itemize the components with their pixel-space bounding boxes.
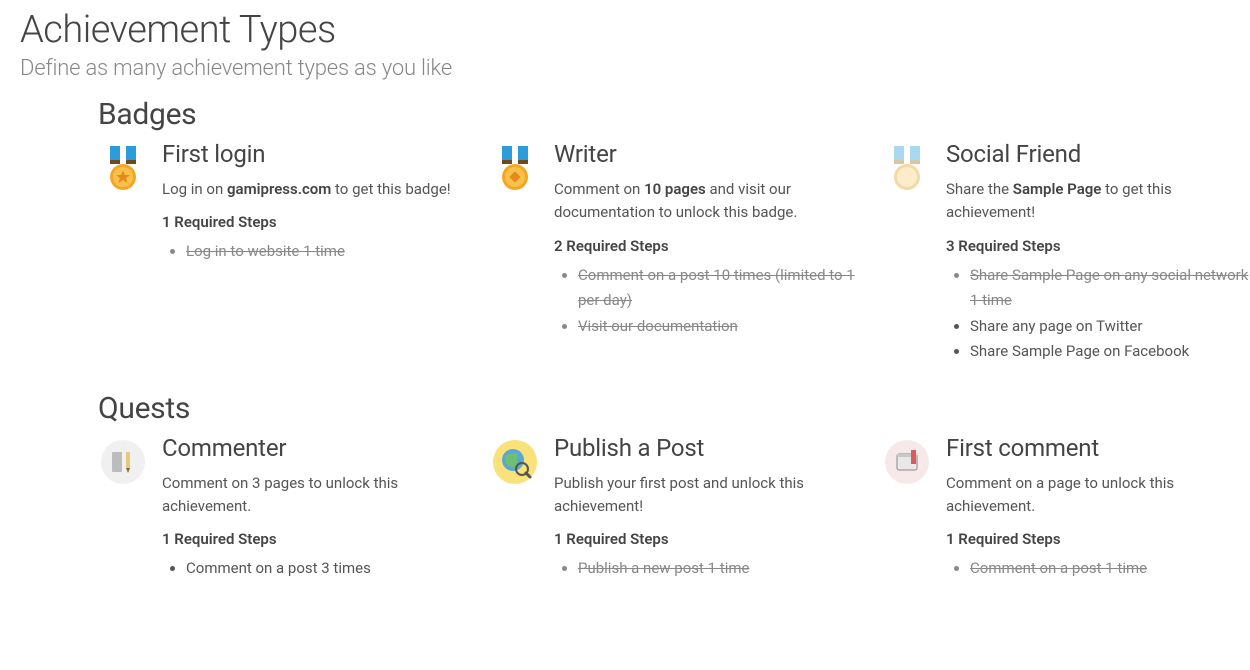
- steps-label: 2 Required Steps: [554, 237, 858, 255]
- card-title: First comment: [946, 434, 1250, 462]
- steps-list: Publish a new post 1 time: [578, 556, 858, 582]
- card-title: First login: [162, 140, 466, 168]
- commenter-icon: [98, 434, 148, 484]
- globe-search-icon: [490, 434, 540, 484]
- step-item: Log in to website 1 time: [186, 239, 466, 265]
- card-title: Publish a Post: [554, 434, 858, 462]
- step-item: Comment on a post 1 time: [970, 556, 1250, 582]
- card-body: First comment Comment on a page to unloc…: [946, 434, 1250, 582]
- medal-gold-pencil-icon: [490, 140, 540, 194]
- quests-section: Quests Commenter Comment on 3 pages to u…: [98, 391, 1250, 592]
- card-body: Publish a Post Publish your first post a…: [554, 434, 858, 582]
- step-item: Share any page on Twitter: [970, 314, 1250, 340]
- quest-card-publish-post: Publish a Post Publish your first post a…: [490, 434, 858, 582]
- medal-light-icon: [882, 140, 932, 194]
- bookmark-book-icon: [882, 434, 932, 484]
- card-body: Writer Comment on 10 pages and visit our…: [554, 140, 858, 339]
- quest-card-commenter: Commenter Comment on 3 pages to unlock t…: [98, 434, 466, 582]
- card-body: Social Friend Share the Sample Page to g…: [946, 140, 1250, 365]
- badge-card-first-login: First login Log in on gamipress.com to g…: [98, 140, 466, 365]
- steps-label: 1 Required Steps: [162, 530, 466, 548]
- card-desc: Share the Sample Page to get this achiev…: [946, 178, 1250, 225]
- page-subtitle: Define as many achievement types as you …: [20, 56, 1250, 81]
- card-desc: Comment on a page to unlock this achieve…: [946, 472, 1250, 519]
- page-title: Achievement Types: [20, 8, 1250, 52]
- card-title: Social Friend: [946, 140, 1250, 168]
- steps-label: 1 Required Steps: [554, 530, 858, 548]
- steps-label: 1 Required Steps: [162, 213, 466, 231]
- card-title: Writer: [554, 140, 858, 168]
- card-desc: Publish your first post and unlock this …: [554, 472, 858, 519]
- steps-list: Log in to website 1 time: [186, 239, 466, 265]
- steps-list: Comment on a post 3 times: [186, 556, 466, 582]
- step-item: Share Sample Page on any social network …: [970, 263, 1250, 314]
- medal-gold-star-icon: [98, 140, 148, 194]
- steps-label: 1 Required Steps: [946, 530, 1250, 548]
- badge-card-writer: Writer Comment on 10 pages and visit our…: [490, 140, 858, 365]
- card-desc: Comment on 3 pages to unlock this achiev…: [162, 472, 466, 519]
- badge-card-social-friend: Social Friend Share the Sample Page to g…: [882, 140, 1250, 365]
- card-body: First login Log in on gamipress.com to g…: [162, 140, 466, 265]
- badges-section: Badges First login Log in on gamipress.c…: [98, 97, 1250, 375]
- step-item: Publish a new post 1 time: [578, 556, 858, 582]
- page: Achievement Types Define as many achieve…: [0, 0, 1250, 592]
- quest-card-first-comment: First comment Comment on a page to unloc…: [882, 434, 1250, 582]
- card-title: Commenter: [162, 434, 466, 462]
- steps-list: Comment on a post 1 time: [970, 556, 1250, 582]
- step-item: Comment on a post 10 times (limited to 1…: [578, 263, 858, 314]
- quests-grid: Commenter Comment on 3 pages to unlock t…: [98, 434, 1250, 592]
- steps-list: Share Sample Page on any social network …: [970, 263, 1250, 365]
- card-body: Commenter Comment on 3 pages to unlock t…: [162, 434, 466, 582]
- section-title-badges: Badges: [98, 97, 1250, 132]
- step-item: Comment on a post 3 times: [186, 556, 466, 582]
- step-item: Share Sample Page on Facebook: [970, 339, 1250, 365]
- steps-label: 3 Required Steps: [946, 237, 1250, 255]
- card-desc: Comment on 10 pages and visit our docume…: [554, 178, 858, 225]
- step-item: Visit our documentation: [578, 314, 858, 340]
- badges-grid: First login Log in on gamipress.com to g…: [98, 140, 1250, 375]
- steps-list: Comment on a post 10 times (limited to 1…: [578, 263, 858, 340]
- card-desc: Log in on gamipress.com to get this badg…: [162, 178, 466, 201]
- section-title-quests: Quests: [98, 391, 1250, 426]
